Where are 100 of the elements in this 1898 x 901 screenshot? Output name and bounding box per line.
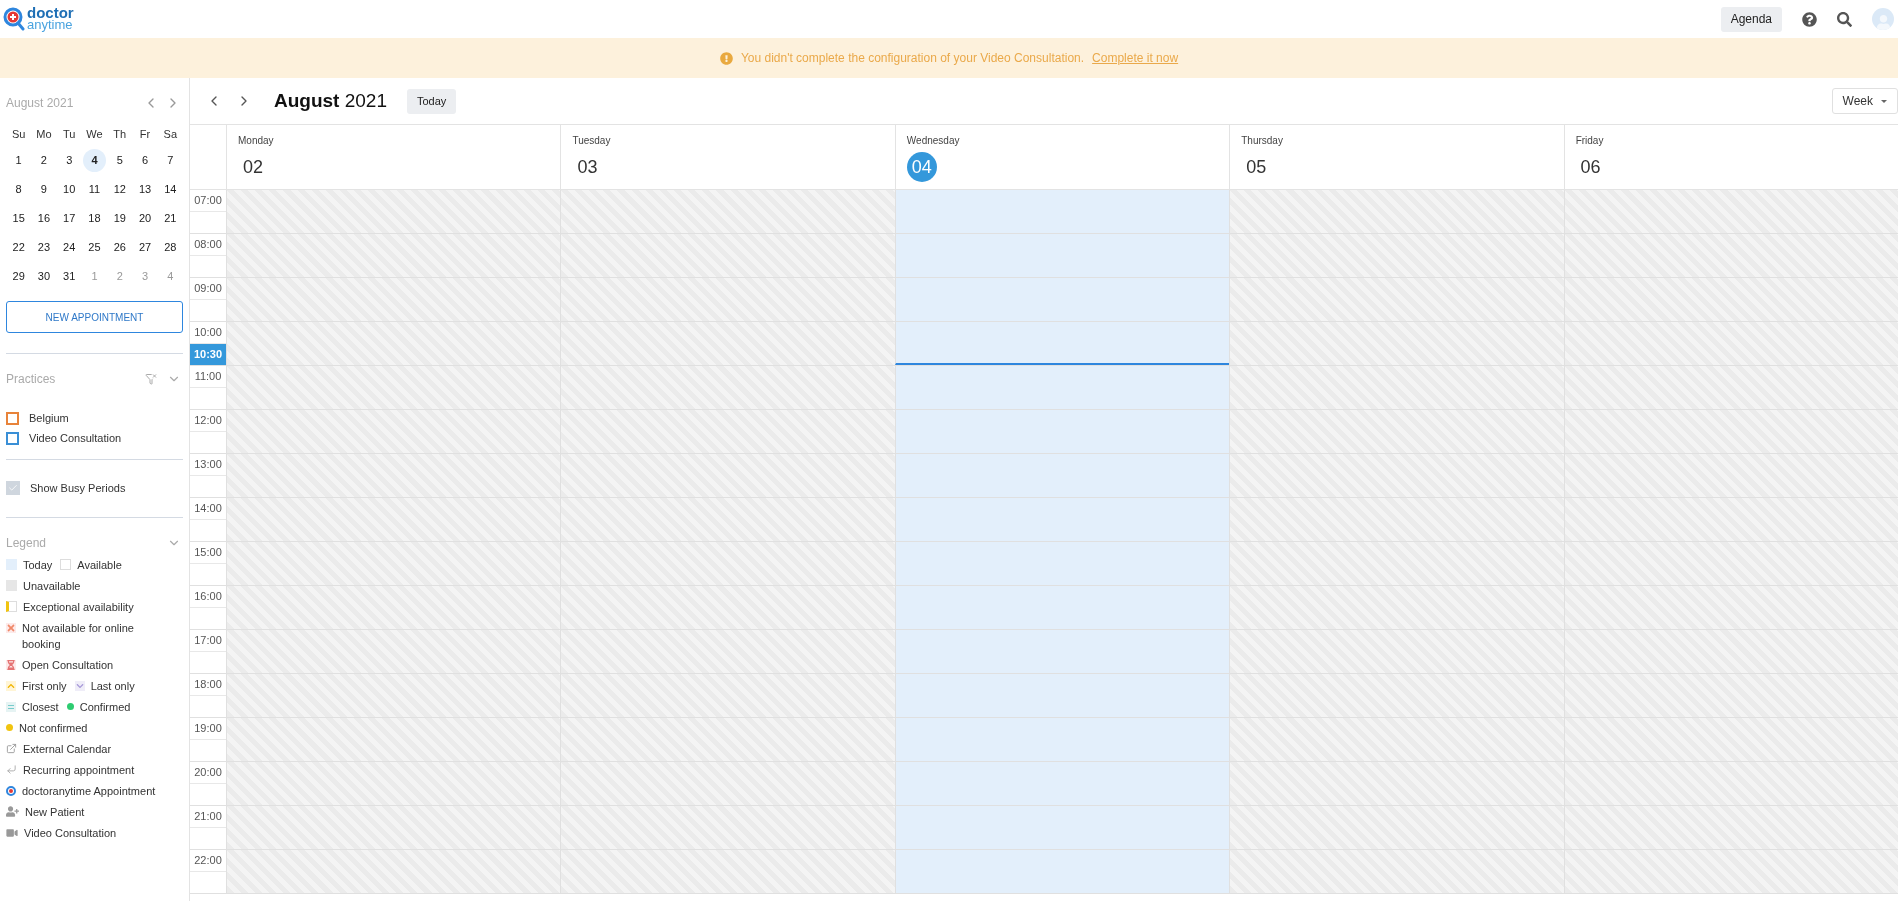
- calendar-day[interactable]: 21: [158, 207, 182, 230]
- unavailable-slot[interactable]: [1229, 674, 1564, 717]
- calendar-day[interactable]: 17: [57, 207, 81, 230]
- calendar-day[interactable]: 30: [32, 265, 56, 288]
- legend-label: Today: [23, 557, 53, 573]
- calendar-day[interactable]: 19: [108, 207, 132, 230]
- unavailable-slot[interactable]: [226, 454, 561, 497]
- unavailable-slot[interactable]: [560, 190, 895, 233]
- unavailable-slot[interactable]: [560, 630, 895, 673]
- unavailable-slot[interactable]: [1229, 498, 1564, 541]
- calendar-day[interactable]: 29: [7, 265, 31, 288]
- unavailable-slot[interactable]: [1563, 190, 1898, 233]
- calendar-day[interactable]: 1: [7, 149, 31, 172]
- day-number[interactable]: 03: [572, 152, 603, 182]
- calendar-day[interactable]: 24: [57, 236, 81, 259]
- today-slot[interactable]: [894, 322, 1230, 365]
- unavailable-slot[interactable]: [226, 190, 561, 233]
- unavailable-slot[interactable]: [1229, 454, 1564, 497]
- calendar-day[interactable]: 12: [108, 178, 132, 201]
- busy-periods-checkbox[interactable]: [6, 481, 20, 496]
- calendar-day[interactable]: 20: [133, 207, 157, 230]
- unavailable-slot[interactable]: [226, 762, 561, 805]
- day-name: Friday: [1575, 134, 1605, 148]
- calendar-day[interactable]: 26: [108, 236, 132, 259]
- calendar-day[interactable]: 31: [57, 265, 81, 288]
- unavailable-slot[interactable]: [560, 762, 895, 805]
- calendar-day[interactable]: 10: [57, 178, 81, 201]
- unavailable-slot[interactable]: [226, 806, 561, 849]
- unavailable-slot[interactable]: [1229, 718, 1564, 761]
- unavailable-slot[interactable]: [560, 586, 895, 629]
- legend-label: Closest: [22, 699, 59, 715]
- add-user-icon: [6, 806, 19, 817]
- practice-checkbox[interactable]: [6, 432, 19, 445]
- target-icon: [6, 785, 16, 796]
- unavailable-slot[interactable]: [560, 454, 895, 497]
- unavailable-slot[interactable]: [1229, 234, 1564, 277]
- today-button[interactable]: Today: [407, 88, 457, 114]
- unavailable-slot[interactable]: [560, 850, 895, 893]
- unavailable-slot[interactable]: [226, 718, 561, 761]
- unavailable-slot[interactable]: [226, 322, 561, 365]
- calendar-day[interactable]: 14: [158, 178, 182, 201]
- unavailable-slot[interactable]: [560, 498, 895, 541]
- unavailable-slot[interactable]: [226, 366, 561, 409]
- calendar-day[interactable]: 13: [133, 178, 157, 201]
- calendar-day[interactable]: 27: [133, 236, 157, 259]
- calendar-day[interactable]: 16: [32, 207, 56, 230]
- day-number[interactable]: 02: [238, 152, 268, 182]
- calendar-day[interactable]: 9: [32, 178, 56, 201]
- weekday-label: We: [85, 126, 104, 142]
- calendar-day[interactable]: 25: [83, 236, 106, 259]
- unavailable-slot[interactable]: [1229, 850, 1564, 893]
- unavailable-slot[interactable]: [1563, 850, 1898, 893]
- calendar-day[interactable]: 28: [158, 236, 182, 259]
- calendar-day[interactable]: 4: [83, 149, 106, 172]
- unavailable-slot[interactable]: [1229, 762, 1564, 805]
- unavailable-slot[interactable]: [560, 674, 895, 717]
- calendar-day[interactable]: 23: [32, 236, 56, 259]
- unavailable-slot[interactable]: [226, 630, 561, 673]
- filter-clear-icon[interactable]: [145, 373, 157, 385]
- unavailable-slot[interactable]: [226, 586, 561, 629]
- unavailable-slot[interactable]: [226, 410, 561, 453]
- new-appointment-button[interactable]: NEW APPOINTMENT: [6, 301, 183, 333]
- unavailable-slot[interactable]: [1229, 410, 1564, 453]
- unavailable-slot[interactable]: [560, 410, 895, 453]
- calendar-day[interactable]: 8: [7, 178, 31, 201]
- weekday-label: Fr: [138, 126, 152, 142]
- calendar-day[interactable]: 2: [32, 149, 56, 172]
- unavailable-slot[interactable]: [560, 806, 895, 849]
- search-icon[interactable]: [1837, 11, 1852, 27]
- calendar-day[interactable]: 7: [158, 149, 182, 172]
- unavailable-slot[interactable]: [226, 278, 561, 321]
- calendar-day[interactable]: 5: [108, 149, 132, 172]
- unavailable-slot[interactable]: [226, 674, 561, 717]
- unavailable-slot[interactable]: [1229, 806, 1564, 849]
- practices-title: Practices: [6, 371, 56, 388]
- practice-checkbox[interactable]: [6, 412, 19, 425]
- calendar-day[interactable]: 3: [57, 149, 81, 172]
- calendar-day[interactable]: 18: [83, 207, 106, 230]
- unavailable-slot[interactable]: [226, 850, 561, 893]
- unavailable-slot[interactable]: [226, 234, 561, 277]
- unavailable-slot[interactable]: [560, 542, 895, 585]
- user-avatar[interactable]: [1872, 8, 1894, 30]
- day-number[interactable]: 05: [1241, 152, 1272, 182]
- unavailable-slot[interactable]: [226, 498, 561, 541]
- unavailable-slot[interactable]: [1229, 542, 1564, 585]
- calendar-day[interactable]: 6: [133, 149, 157, 172]
- weekday-label: Tu: [62, 126, 77, 142]
- calendar-day[interactable]: 15: [7, 207, 31, 230]
- agenda-button[interactable]: Agenda: [1720, 6, 1782, 32]
- unavailable-slot[interactable]: [1229, 190, 1564, 233]
- help-icon[interactable]: [1802, 11, 1817, 27]
- unavailable-slot[interactable]: [560, 234, 895, 277]
- unavailable-slot[interactable]: [1229, 586, 1564, 629]
- unavailable-slot[interactable]: [1229, 630, 1564, 673]
- unavailable-slot[interactable]: [560, 718, 895, 761]
- calendar-day[interactable]: 11: [83, 178, 106, 201]
- calendar-day[interactable]: 22: [7, 236, 31, 259]
- view-dropdown[interactable]: Week: [1831, 88, 1898, 114]
- day-number[interactable]: 06: [1575, 152, 1606, 182]
- unavailable-slot[interactable]: [226, 542, 561, 585]
